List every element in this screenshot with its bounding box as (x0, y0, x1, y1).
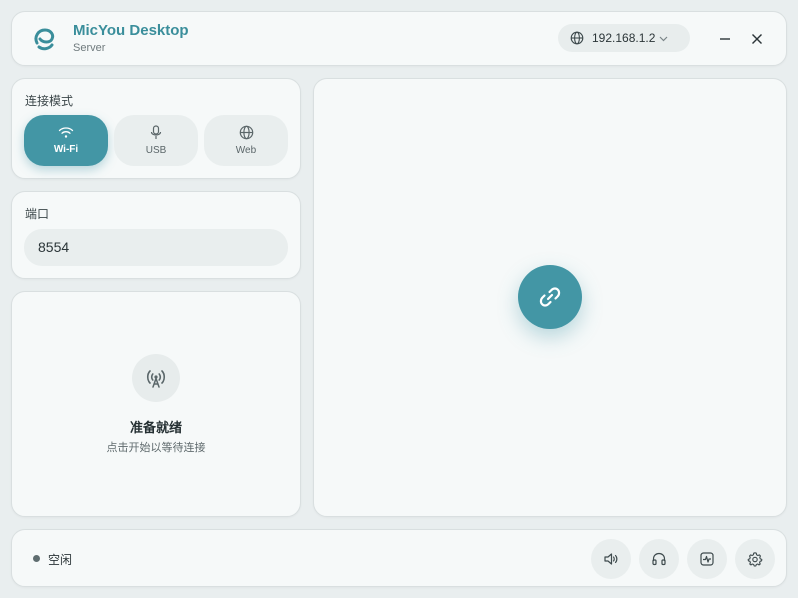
minimize-icon (720, 38, 730, 40)
minimize-button[interactable] (715, 29, 735, 49)
mode-wifi-label: Wi-Fi (53, 144, 79, 155)
settings-icon (747, 552, 763, 567)
globe-icon (239, 125, 253, 140)
settings-button[interactable] (735, 539, 775, 579)
link-icon (539, 287, 561, 307)
mode-usb-button[interactable]: USB (114, 115, 198, 166)
mode-web-button[interactable]: Web (204, 115, 288, 166)
ip-address-selector[interactable]: 192.168.1.2 (558, 24, 690, 52)
main-panel (313, 78, 787, 517)
app-logo-icon (31, 26, 57, 52)
headphones-button[interactable] (639, 539, 679, 579)
globe-icon (570, 31, 584, 45)
broadcast-tower-icon (132, 354, 180, 402)
ready-subtitle: 点击开始以等待连接 (106, 442, 206, 454)
port-input[interactable]: 8554 (24, 229, 288, 266)
microphone-icon (150, 125, 162, 139)
app-subtitle: Server (73, 42, 106, 54)
activity-button[interactable] (687, 539, 727, 579)
ip-address-text: 192.168.1.2 (592, 31, 656, 45)
connection-mode-label: 连接模式 (25, 94, 74, 108)
speaker-button[interactable] (591, 539, 631, 579)
close-icon (752, 34, 762, 44)
chevron-down-icon (659, 36, 668, 42)
speaker-icon (604, 553, 618, 565)
status-card: 准备就绪 点击开始以等待连接 (11, 291, 301, 517)
mode-wifi-button[interactable]: Wi-Fi (24, 115, 108, 166)
status-dot (33, 555, 40, 562)
connect-button[interactable] (518, 265, 582, 329)
ready-title: 准备就绪 (129, 420, 182, 435)
activity-icon (700, 552, 714, 566)
title-bar: MicYou Desktop Server 192.168.1.2 (11, 11, 787, 66)
port-card: 端口 8554 (11, 191, 301, 279)
wifi-icon (58, 127, 74, 138)
headphones-icon (652, 552, 666, 566)
mode-usb-label: USB (145, 145, 167, 156)
status-bar: 空闲 (11, 529, 787, 587)
close-button[interactable] (747, 29, 767, 49)
connection-mode-card: 连接模式 Wi-Fi USB Web (11, 78, 301, 179)
port-label: 端口 (25, 207, 50, 221)
status-text: 空闲 (48, 553, 73, 567)
mode-web-label: Web (235, 145, 257, 156)
app-title: MicYou Desktop (73, 22, 189, 39)
